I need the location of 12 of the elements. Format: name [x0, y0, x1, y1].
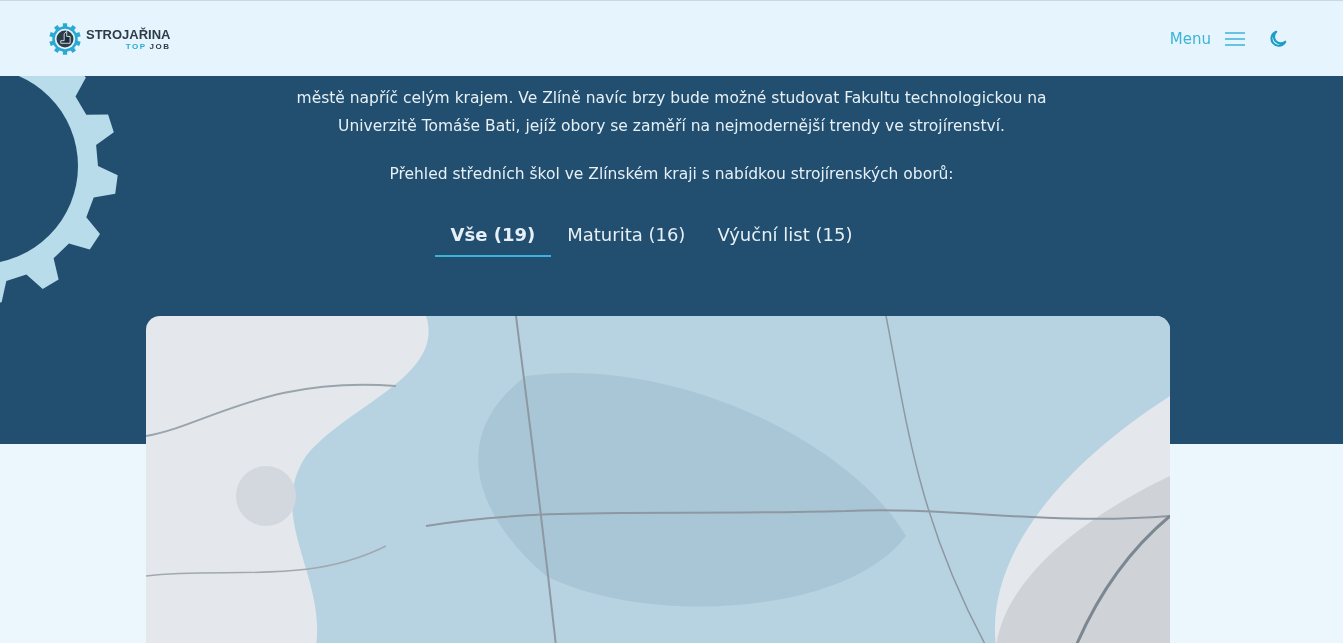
filter-tab[interactable]: Vše (19): [434, 216, 552, 257]
gear-logo-icon: [48, 21, 82, 56]
overview-text: Přehled středních škol ve Zlínském kraji s nabídkou strojírenských oborů:: [388, 164, 955, 185]
filter-tab[interactable]: Maturita (16): [551, 216, 702, 257]
logo-tagline: JOB: [149, 41, 171, 51]
moon-icon: [1269, 29, 1287, 48]
intro-paragraph: městě napříč celým krajem. Ve Zlíně navíc brzy bude možné studovat Fakultu technologickou na Univerzitě Tomáše Bati, jejíž obory se zaměří na nejmodernější trendy ve strojírenství.: [295, 88, 1048, 137]
logo-name: STROJAŘINA: [86, 26, 171, 42]
menu-icon: [1225, 30, 1245, 47]
logo-tagline: TOP: [125, 41, 147, 51]
dark-mode-button[interactable]: [1269, 29, 1287, 48]
filter-tab[interactable]: Výuční list (15): [701, 216, 869, 257]
